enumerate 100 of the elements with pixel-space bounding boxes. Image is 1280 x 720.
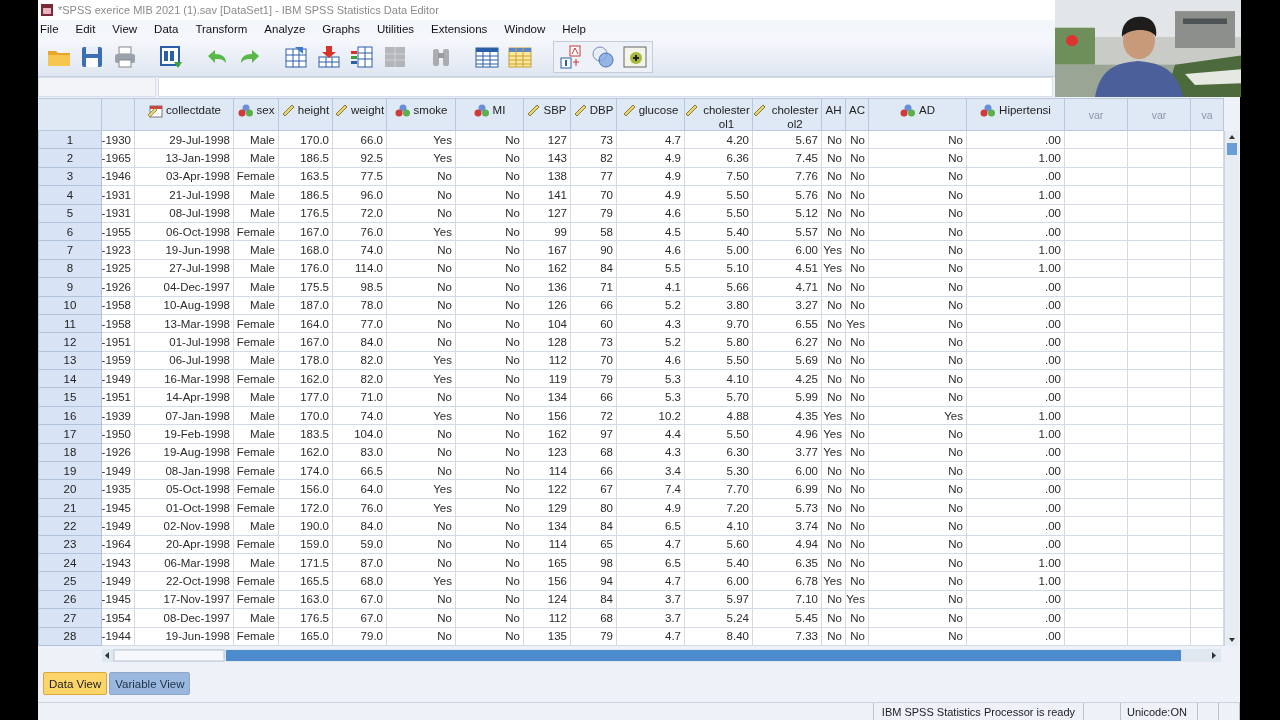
table-cell: -1931 (102, 186, 135, 205)
table-cell: .00 (967, 388, 1065, 407)
table-cell: 79 (571, 370, 617, 389)
view-tab[interactable]: Data View (43, 672, 108, 695)
table-arrow-icon[interactable] (283, 44, 309, 70)
table-cell: .00 (967, 462, 1065, 481)
menu-item[interactable]: Utilities (377, 23, 424, 35)
menu-item[interactable]: Graphs (322, 23, 369, 35)
row-number[interactable]: 4 (38, 186, 102, 205)
column-header[interactable]: height (279, 98, 333, 131)
row-number[interactable]: 2 (38, 149, 102, 168)
insert-column-icon[interactable] (349, 44, 375, 70)
table-cell: 5.00 (685, 241, 753, 260)
table-cell: 19-Feb-1998 (135, 425, 234, 444)
menu-item[interactable]: File (40, 23, 68, 35)
column-header[interactable]: collectdate (135, 98, 234, 131)
table-cell: 5.50 (685, 186, 753, 205)
table-cell: Yes (387, 370, 456, 389)
row-number[interactable]: 17 (38, 425, 102, 444)
table-cell: No (822, 462, 846, 481)
table-cell: 165.5 (279, 572, 333, 591)
value-labels-icon[interactable] (558, 44, 584, 70)
column-header[interactable]: smoke (387, 98, 456, 131)
corner-header[interactable] (38, 98, 102, 131)
horizontal-scrollbar[interactable] (102, 649, 1221, 662)
table-cell: 5.70 (685, 388, 753, 407)
printer-icon[interactable] (112, 44, 138, 70)
menu-item[interactable]: Extensions (431, 23, 497, 35)
data-grid-icon[interactable] (474, 44, 500, 70)
table-cell: 21-Jul-1998 (135, 186, 234, 205)
name-box[interactable] (38, 77, 156, 97)
menu-item[interactable]: Data (154, 23, 188, 35)
column-header[interactable]: SBP (524, 98, 571, 131)
table-cell: No (869, 278, 967, 297)
row-number[interactable]: 25 (38, 572, 102, 591)
column-header[interactable]: AD (869, 98, 967, 131)
table-cell: 67 (571, 480, 617, 499)
column-header[interactable]: weight (333, 98, 387, 131)
menu-item[interactable]: Window (504, 23, 555, 35)
table-cell: 174.0 (279, 462, 333, 481)
table-cell: 177.0 (279, 388, 333, 407)
table-cell: 162 (524, 425, 571, 444)
vertical-scrollbar[interactable] (1224, 131, 1239, 646)
table-cell: Yes (822, 425, 846, 444)
row-number[interactable]: 1 (38, 131, 102, 150)
row-number[interactable]: 22 (38, 517, 102, 536)
menu-item[interactable]: View (112, 23, 147, 35)
insert-row-icon[interactable] (316, 44, 342, 70)
table-cell: 01-Jul-1998 (135, 333, 234, 352)
table-icon[interactable] (507, 44, 533, 70)
table-cell: Yes (822, 241, 846, 260)
table-cell: No (456, 462, 524, 481)
row-number[interactable]: 19 (38, 462, 102, 481)
row-number[interactable]: 20 (38, 480, 102, 499)
row-number[interactable]: 15 (38, 388, 102, 407)
menu-item[interactable]: Help (562, 23, 595, 35)
table-cell: 143 (524, 149, 571, 168)
table-cell: 6.5 (617, 517, 685, 536)
column-header[interactable] (102, 98, 135, 131)
column-header[interactable]: AH (822, 98, 846, 131)
column-header[interactable]: glucose (617, 98, 685, 131)
split-table-icon[interactable] (382, 44, 408, 70)
table-cell: No (456, 278, 524, 297)
column-header[interactable]: MI (456, 98, 524, 131)
ruler-icon (573, 104, 587, 117)
plus-icon[interactable] (622, 44, 648, 70)
table-cell: 4.96 (753, 425, 822, 444)
row-number[interactable]: 9 (38, 278, 102, 297)
menu-item[interactable]: Analyze (264, 23, 315, 35)
column-header[interactable]: Hipertensi (967, 98, 1065, 131)
table-cell: No (869, 517, 967, 536)
table-cell: No (387, 241, 456, 260)
table-cell: 134 (524, 517, 571, 536)
table-cell: 5.24 (685, 609, 753, 628)
menu-item[interactable]: Transform (195, 23, 257, 35)
table-cell: No (456, 370, 524, 389)
table-cell: 134 (524, 388, 571, 407)
column-header[interactable]: cholesterol2 (753, 98, 822, 131)
column-header[interactable]: cholesterol1 (685, 98, 753, 131)
menu-item[interactable]: Edit (75, 23, 105, 35)
view-tab[interactable]: Variable View (109, 672, 191, 695)
table-cell: -1951 (102, 333, 135, 352)
table-cell: .00 (967, 131, 1065, 150)
column-header[interactable]: AC (846, 98, 869, 131)
circles-icon[interactable] (590, 44, 616, 70)
balls-icon (394, 104, 411, 117)
balls-icon (473, 104, 490, 117)
row-number[interactable]: 27 (38, 609, 102, 628)
row-number[interactable]: 12 (38, 333, 102, 352)
table-cell: Male (234, 131, 279, 150)
column-header[interactable]: sex (234, 98, 279, 131)
table-cell: 08-Jan-1998 (135, 462, 234, 481)
table-cell: 127 (524, 131, 571, 150)
row-number[interactable]: 7 (38, 241, 102, 260)
cell-editor-field[interactable] (158, 77, 1053, 97)
column-header[interactable]: DBP (571, 98, 617, 131)
floppy-icon[interactable] (79, 44, 105, 70)
table-cell: -1926 (102, 278, 135, 297)
table-cell: No (387, 517, 456, 536)
row-number[interactable]: 14 (38, 370, 102, 389)
